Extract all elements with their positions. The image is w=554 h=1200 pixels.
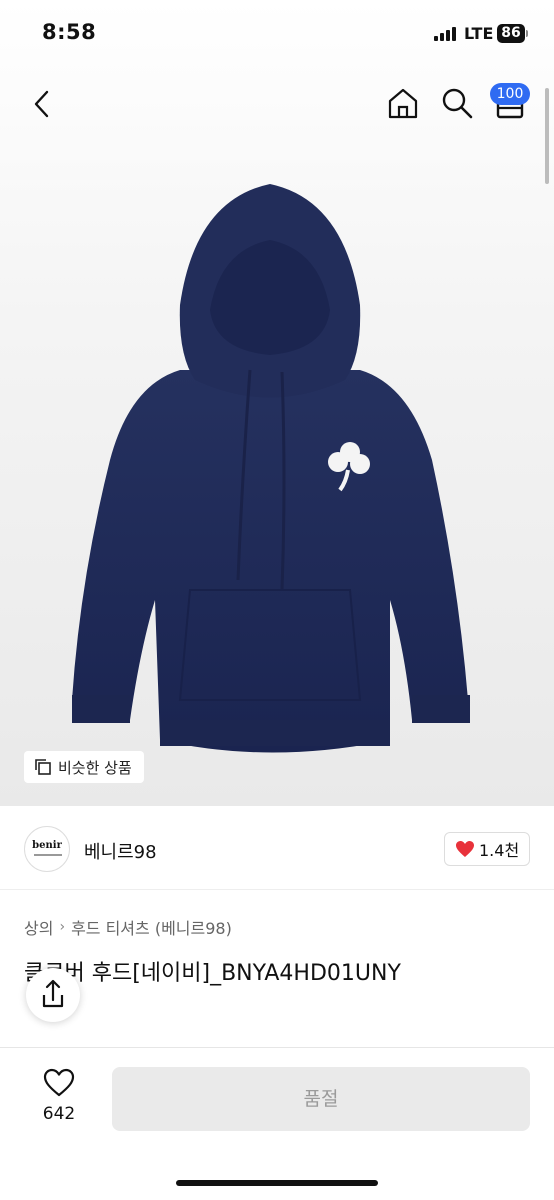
status-time: 8:58 (42, 20, 97, 44)
battery-cap (526, 30, 528, 37)
brand-logo-underline (34, 854, 62, 856)
similar-products-label: 비슷한 상품 (58, 758, 132, 777)
brand-logo[interactable]: benir (24, 826, 70, 872)
back-arrow-icon[interactable] (28, 88, 56, 120)
breadcrumb: 상의 › 후드 티셔츠 (베니르98) (24, 915, 232, 939)
brand-logo-text: benir (32, 840, 62, 851)
status-bar: 8:58 LTE 86 (0, 0, 554, 62)
heart-outline-icon (43, 1068, 75, 1097)
home-icon[interactable] (386, 86, 420, 120)
product-title: 클로버 후드[네이비]_BNYA4HD01UNY (24, 961, 401, 986)
chevron-right-icon: › (59, 919, 66, 935)
copy-icon (35, 759, 51, 775)
signal-icon (434, 27, 458, 41)
top-navigation (0, 62, 554, 146)
battery-icon: 86 (497, 24, 525, 43)
scrollbar[interactable] (545, 88, 549, 184)
cart-count-badge: 100 (490, 83, 530, 105)
divider (0, 1047, 554, 1048)
brand-name[interactable]: 베니르98 (84, 838, 157, 864)
divider (0, 889, 554, 890)
search-icon[interactable] (440, 86, 474, 120)
brand-row: benir 베니르98 1.4천 (0, 826, 554, 874)
breadcrumb-subcategory[interactable]: 후드 티셔츠 (베니르98) (71, 915, 232, 939)
product-photo-hoodie[interactable] (60, 180, 480, 760)
heart-filled-icon (456, 841, 474, 857)
similar-products-button[interactable]: 비슷한 상품 (24, 751, 144, 783)
share-button[interactable] (26, 968, 80, 1022)
sold-out-button[interactable]: 품절 (112, 1067, 530, 1131)
brand-like-button[interactable]: 1.4천 (444, 832, 531, 866)
home-indicator (176, 1180, 378, 1186)
wishlist-count: 642 (42, 1104, 76, 1124)
breadcrumb-category[interactable]: 상의 (24, 915, 53, 939)
share-icon (42, 979, 64, 1008)
network-label: LTE (464, 24, 494, 43)
brand-like-count: 1.4천 (479, 841, 520, 860)
wishlist-button[interactable]: 642 (28, 1068, 90, 1124)
